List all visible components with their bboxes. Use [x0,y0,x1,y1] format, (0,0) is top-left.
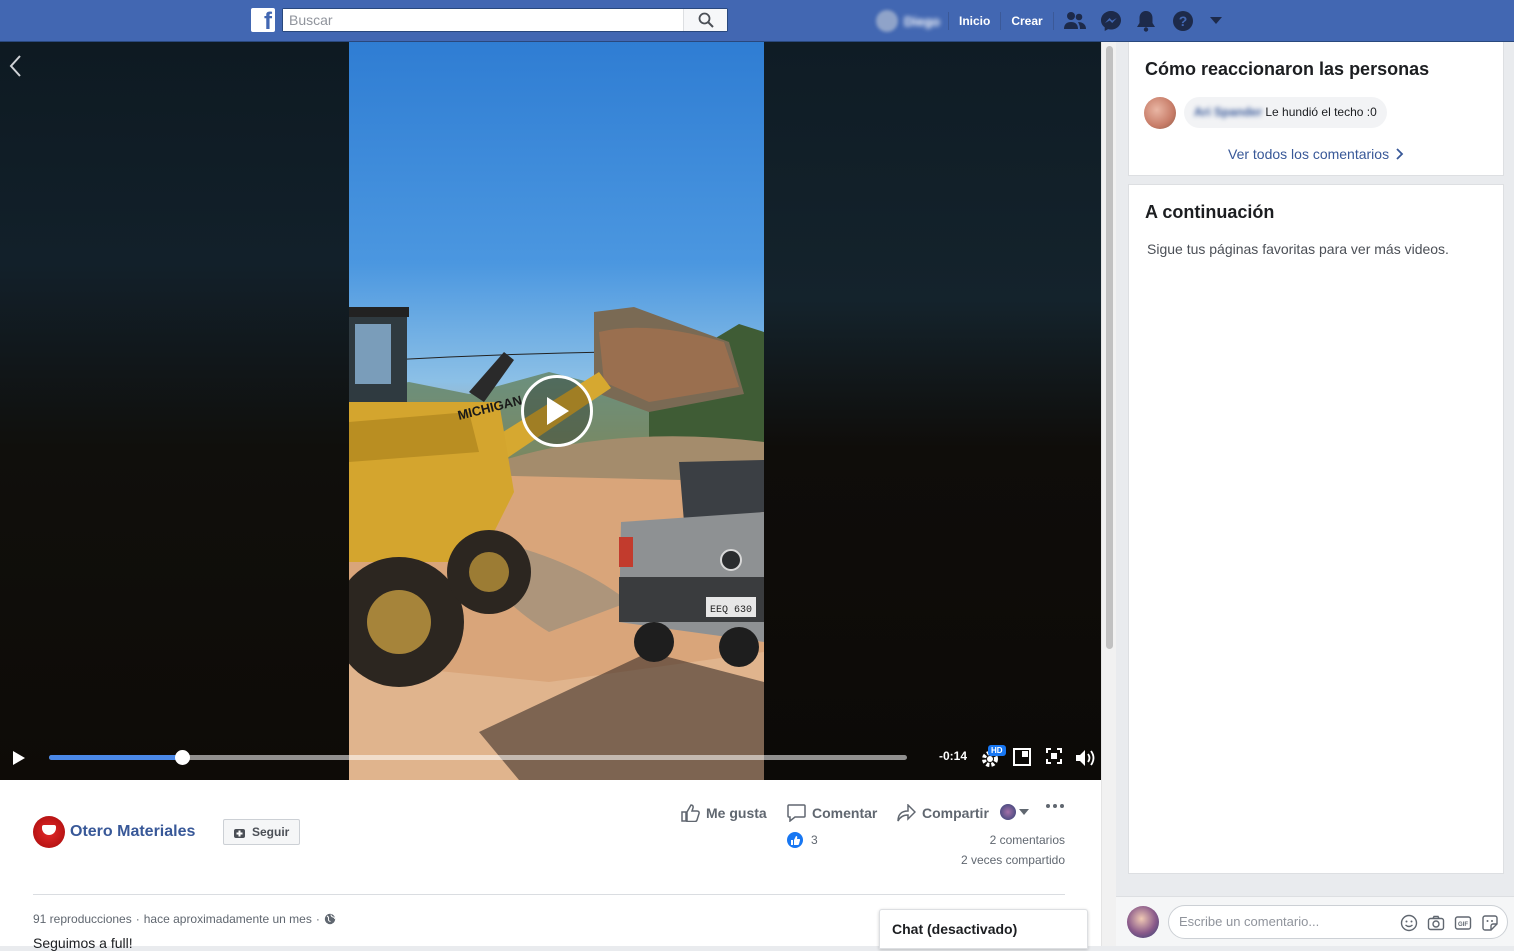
top-nav: Diego Inicio Crear ? [876,0,1222,42]
avatar [1000,804,1016,820]
post-details: Otero Materiales Seguir Me gusta Comenta… [0,780,1101,951]
user-avatar[interactable] [876,10,898,32]
video-progress-bar[interactable] [49,750,907,765]
svg-text:GIF: GIF [1458,922,1468,928]
like-button-label: Me gusta [706,805,767,821]
emoji-icon[interactable] [1400,914,1418,937]
time-remaining: -0:14 [939,749,968,763]
comment-text: Le hundió el techo :0 [1265,105,1377,119]
right-sidebar: Cómo reaccionaron las personas Ari Spand… [1116,42,1514,946]
react-as-selector[interactable] [1000,804,1035,820]
help-icon[interactable]: ? [1172,10,1194,32]
scrollbar[interactable] [1101,42,1116,946]
comment-bubble: Ari Spander Le hundió el techo :0 [1184,97,1387,128]
share-button[interactable]: Compartir [897,804,989,822]
post-timestamp[interactable]: hace aproximadamente un mes [144,912,312,926]
search-input[interactable] [283,9,683,31]
user-name-link[interactable]: Diego [904,14,940,29]
home-link[interactable]: Inicio [959,14,990,28]
volume-icon[interactable] [1075,748,1097,773]
back-chevron-icon[interactable] [8,54,22,83]
video-player[interactable]: MICHIGAN EEQ 630 -0:14 HD [0,42,1101,780]
reaction-summary[interactable]: 3 [787,832,818,848]
post-description: Seguimos a full! [33,935,133,951]
see-all-comments-link[interactable]: Ver todos los comentarios [1129,146,1503,162]
nav-divider [948,12,949,30]
comment-composer: GIF [1116,896,1514,946]
divider [33,894,1065,895]
play-icon [547,397,569,425]
chat-status-label: Chat (desactivado) [892,921,1018,937]
like-button[interactable]: Me gusta [681,804,767,822]
comment-button-label: Comentar [812,805,878,821]
chevron-right-icon [1396,148,1404,160]
search-icon [698,12,714,28]
page-name-link[interactable]: Otero Materiales [70,823,195,841]
up-next-card: A continuación Sigue tus páginas favorit… [1128,184,1504,874]
video-controls: -0:14 HD [0,742,1101,780]
shares-count-link[interactable]: 2 veces compartido [961,853,1065,867]
nav-divider [1052,12,1054,30]
more-options-icon [1046,804,1064,808]
progress-scrubber-handle[interactable] [174,750,190,765]
facebook-logo-icon[interactable]: f [251,8,275,32]
gif-icon[interactable]: GIF [1454,914,1472,937]
search-bar [282,8,728,32]
comment-input-box[interactable]: GIF [1168,905,1508,939]
comment-input[interactable] [1179,914,1379,929]
nav-divider [1000,12,1002,30]
video-blurred-backdrop [0,42,349,780]
share-icon [897,804,916,822]
play-icon [13,751,25,765]
follow-button[interactable]: Seguir [223,819,301,845]
play-video-button[interactable] [521,375,593,447]
svg-text:?: ? [1178,13,1187,29]
up-next-title: A continuación [1145,202,1275,222]
create-link[interactable]: Crear [1011,14,1042,28]
search-button[interactable] [683,9,727,31]
picture-in-picture-icon[interactable] [1013,748,1031,771]
camera-icon[interactable] [1427,914,1445,937]
chevron-down-icon [1019,809,1029,815]
hd-badge: HD [988,745,1006,756]
fullscreen-icon[interactable] [1046,748,1062,769]
video-blurred-backdrop [764,42,1101,780]
more-options-button[interactable] [1046,804,1070,808]
meta-separator: · [315,912,320,926]
comment-author-link[interactable]: Ari Spander [1194,105,1262,119]
comment-icon [787,804,806,822]
notifications-icon[interactable] [1136,10,1156,32]
globe-icon [324,913,336,925]
view-count: 91 reproducciones [33,912,132,926]
play-button[interactable] [12,750,26,771]
comment-button[interactable]: Comentar [787,804,877,822]
progress-fill [49,755,182,760]
post-meta: 91 reproducciones · hace aproximadamente… [33,912,336,926]
reactions-card-title: Cómo reaccionaron las personas [1145,59,1430,79]
reaction-count: 3 [811,833,818,847]
commenter-avatar[interactable] [1144,97,1176,129]
follow-button-label: Seguir [252,825,290,839]
top-navigation-bar: f Diego Inicio Crear ? [0,0,1514,42]
sticker-icon[interactable] [1481,914,1499,937]
scrollbar-thumb[interactable] [1106,46,1113,649]
messenger-icon[interactable] [1100,10,1122,32]
friends-icon[interactable] [1063,11,1086,31]
chat-bar[interactable]: Chat (desactivado) [879,909,1088,949]
account-menu-icon[interactable] [1209,17,1222,25]
thumbs-up-icon [681,804,700,822]
meta-separator: · [135,912,140,926]
up-next-message: Sigue tus páginas favoritas para ver más… [1147,241,1449,257]
page-avatar[interactable] [33,816,65,848]
current-user-avatar [1127,906,1159,938]
comments-count-link[interactable]: 2 comentarios [990,833,1065,847]
share-button-label: Compartir [922,805,989,821]
follow-icon [234,829,245,838]
reactions-card: Cómo reaccionaron las personas Ari Spand… [1128,42,1504,176]
see-all-comments-label: Ver todos los comentarios [1228,146,1390,162]
license-plate-text: EEQ 630 [710,605,752,616]
like-reaction-icon [787,832,803,848]
